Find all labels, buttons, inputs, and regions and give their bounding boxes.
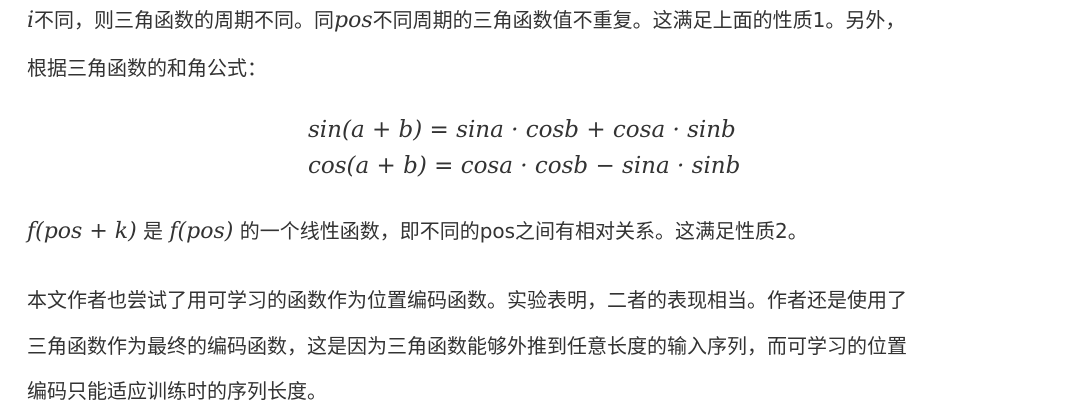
article-content: i不同，则三角函数的周期不同。同pos不同周期的三角函数值不重复。这满足上面的性… <box>0 0 1092 419</box>
equation-sin-sum: sin(a + b) = sina · cosb + cosa · sinb <box>308 117 736 143</box>
equation-block: sin(a + b) = sina · cosb + cosa · sinb c… <box>308 112 740 184</box>
paragraph-period-line1: i不同，则三角函数的周期不同。同pos不同周期的三角函数值不重复。这满足上面的性… <box>27 2 1067 39</box>
equation-cos-sum: cos(a + b) = cosa · cosb − sina · sinb <box>308 153 741 179</box>
text-segment: 不同周期的三角函数值不重复。这满足上面的性质1。另外， <box>372 8 906 32</box>
text-segment: 不同，则三角函数的周期不同。同 <box>34 8 335 32</box>
paragraph-conclusion-line2: 三角函数作为最终的编码函数，这是因为三角函数能够外推到任意长度的输入序列，而可学… <box>27 334 907 358</box>
paragraph-linear-relation: f(pos + k) 是 f(pos) 的一个线性函数，即不同的pos之间有相对… <box>27 213 1067 250</box>
math-f-pos: f(pos) <box>169 219 234 244</box>
math-var-pos: pos <box>334 8 373 33</box>
math-f-pos-plus-k: f(pos + k) <box>27 219 137 244</box>
text-segment: 的一个线性函数，即不同的pos之间有相对关系。这满足性质2。 <box>233 219 808 243</box>
paragraph-conclusion-line3: 编码只能适应训练时的序列长度。 <box>27 379 327 403</box>
paragraph-conclusion-line1: 本文作者也尝试了用可学习的函数作为位置编码函数。实验表明，二者的表现相当。作者还… <box>27 288 907 312</box>
paragraph-period-line2: 根据三角函数的和角公式： <box>27 56 267 80</box>
math-var-i: i <box>27 8 35 33</box>
text-segment: 是 <box>136 219 170 243</box>
